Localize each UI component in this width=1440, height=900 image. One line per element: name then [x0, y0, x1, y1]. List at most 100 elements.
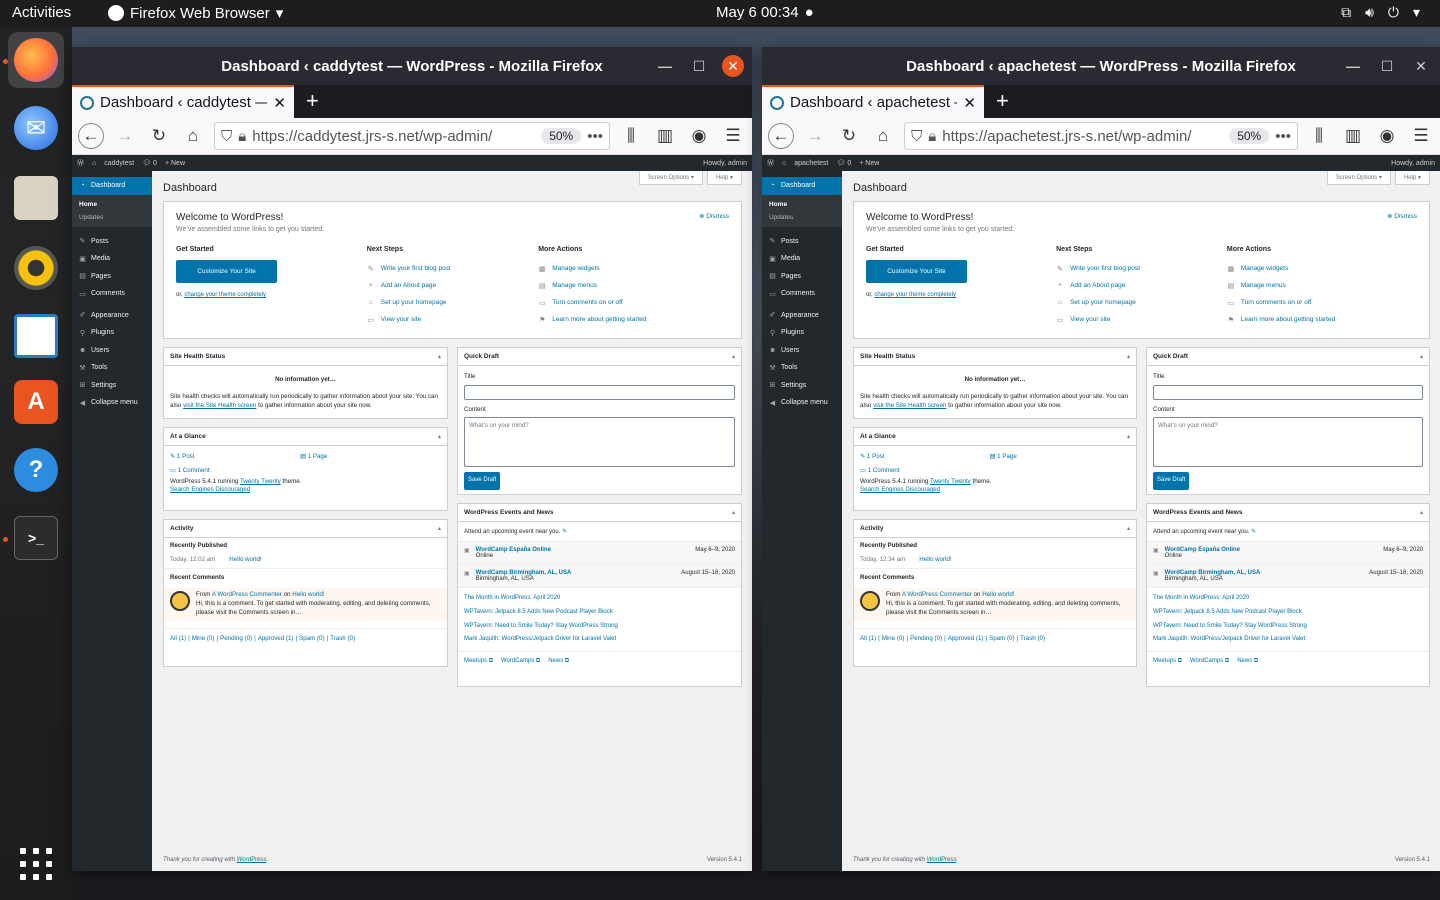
- clock[interactable]: May 6 00:34 ●: [716, 4, 814, 21]
- menu-media[interactable]: ▣ Media: [762, 250, 842, 268]
- back-icon[interactable]: ←: [768, 123, 794, 149]
- sidebar-icon[interactable]: ▥: [652, 123, 678, 149]
- screen-options-button[interactable]: Screen Options ▾: [1326, 171, 1391, 185]
- menu-plugins[interactable]: ⚲ Plugins: [762, 324, 842, 342]
- theme-link[interactable]: Twenty Twenty: [930, 478, 971, 485]
- filter-pending[interactable]: Pending (0): [910, 634, 942, 644]
- toggle-arrow-icon[interactable]: ▴: [438, 353, 441, 360]
- site-health-header[interactable]: Site Health Status ▴: [164, 348, 447, 366]
- glance-comments[interactable]: ▭ 1 Comment: [170, 466, 441, 476]
- wordcamps-link[interactable]: WordCamps ⧉: [1190, 658, 1229, 665]
- news-link[interactable]: News ⧉: [548, 658, 569, 665]
- quick-draft-header[interactable]: Quick Draft ▴: [1147, 348, 1429, 366]
- events-news-header[interactable]: WordPress Events and News ▴: [1147, 504, 1429, 522]
- library-icon[interactable]: ⫼: [1306, 123, 1332, 149]
- menu-comments[interactable]: ▭ Comments: [762, 285, 842, 303]
- theme-link[interactable]: Twenty Twenty: [240, 478, 281, 485]
- sidebar-icon[interactable]: ▥: [1340, 123, 1366, 149]
- menu-collapse[interactable]: ◀ Collapse menu: [762, 394, 842, 412]
- menu-posts[interactable]: ✎ Posts: [72, 233, 152, 251]
- menu-tools[interactable]: ⚒ Tools: [762, 359, 842, 377]
- page-actions-icon[interactable]: •••: [1275, 128, 1291, 145]
- forward-icon[interactable]: →: [112, 123, 138, 149]
- toggle-arrow-icon[interactable]: ▴: [1420, 353, 1423, 360]
- window-titlebar[interactable]: Dashboard ‹ apachetest — WordPress - Moz…: [762, 47, 1440, 85]
- news-item[interactable]: The Month in WordPress: April 2020: [1153, 592, 1423, 606]
- filter-all[interactable]: All (1): [170, 634, 186, 644]
- menu-pages[interactable]: ▤ Pages: [762, 268, 842, 286]
- footer-wordpress-link[interactable]: WordPress: [237, 857, 267, 863]
- filter-all[interactable]: All (1): [860, 634, 876, 644]
- menu-settings[interactable]: ⊞ Settings: [762, 377, 842, 395]
- filter-approved[interactable]: Approved (1): [258, 634, 294, 644]
- menu-appearance[interactable]: ✐ Appearance: [72, 307, 152, 325]
- news-item[interactable]: WPTavern: Need to Smile Today? Stay Word…: [464, 620, 735, 634]
- toggle-arrow-icon[interactable]: ▴: [1127, 433, 1130, 440]
- comments-icon[interactable]: 💬︎ 0: [836, 159, 851, 167]
- footer-wordpress-link[interactable]: WordPress: [927, 857, 957, 863]
- howdy-user[interactable]: Howdy, admin: [703, 160, 747, 167]
- submenu-home[interactable]: Home: [762, 198, 842, 211]
- app-menu[interactable]: Firefox Web Browser ▾: [108, 4, 283, 22]
- quick-draft-header[interactable]: Quick Draft ▴: [458, 348, 741, 366]
- filter-spam[interactable]: Spam (0): [299, 634, 324, 644]
- toggle-arrow-icon[interactable]: ▴: [438, 433, 441, 440]
- glance-posts[interactable]: ✎ 1 Post: [860, 452, 990, 462]
- step-view-site[interactable]: ▭ View your site: [1056, 311, 1227, 328]
- dock-help[interactable]: ?: [8, 442, 64, 498]
- submenu-updates[interactable]: Updates: [762, 211, 842, 224]
- window-titlebar[interactable]: Dashboard ‹ caddytest — WordPress - Mozi…: [72, 47, 752, 85]
- zoom-level[interactable]: 50%: [541, 128, 582, 144]
- close-icon[interactable]: ✕: [1410, 55, 1432, 77]
- close-icon[interactable]: ✕: [722, 55, 744, 77]
- step-homepage[interactable]: ⌂ Set up your homepage: [367, 294, 538, 311]
- menu-dashboard[interactable]: ◔ Dashboard: [762, 177, 842, 195]
- dock-software[interactable]: A: [8, 374, 64, 430]
- toggle-arrow-icon[interactable]: ▴: [438, 525, 441, 532]
- maximize-icon[interactable]: ☐: [688, 55, 710, 77]
- site-name[interactable]: apachetest: [794, 160, 828, 167]
- commenter-link[interactable]: A WordPress Commenter: [902, 591, 972, 598]
- menu-comments[interactable]: ▭ Comments: [72, 285, 152, 303]
- reload-icon[interactable]: ↻: [836, 123, 862, 149]
- help-button[interactable]: Help ▾: [1394, 171, 1430, 185]
- dock-rhythmbox[interactable]: [8, 240, 64, 296]
- published-post-link[interactable]: Hello world!: [919, 555, 951, 565]
- edit-location-icon[interactable]: ✎: [562, 529, 567, 535]
- step-about-page[interactable]: + Add an About page: [1056, 277, 1227, 294]
- news-item[interactable]: Mark Jaquith: WordPress/Jetpack Driver f…: [1153, 633, 1423, 647]
- published-post-link[interactable]: Hello world!: [229, 555, 261, 565]
- draft-content-textarea[interactable]: What’s on your mind?: [464, 417, 735, 468]
- url-bar[interactable]: ⛉ 🔒︎ https://apachetest.jrs-s.net/wp-adm…: [904, 122, 1298, 150]
- glance-posts[interactable]: ✎ 1 Post: [170, 452, 300, 462]
- meetups-link[interactable]: Meetups ⧉: [464, 658, 493, 665]
- menu-collapse[interactable]: ◀ Collapse menu: [72, 394, 152, 412]
- new-tab-button[interactable]: +: [294, 85, 331, 118]
- menu-pages[interactable]: ▤ Pages: [72, 268, 152, 286]
- menu-users[interactable]: ☻ Users: [72, 342, 152, 360]
- save-draft-button[interactable]: Save Draft: [464, 472, 501, 490]
- filter-mine[interactable]: Mine (0): [882, 634, 905, 644]
- toggle-arrow-icon[interactable]: ▴: [1127, 525, 1130, 532]
- news-link[interactable]: News ⧉: [1237, 658, 1258, 665]
- library-icon[interactable]: ⫼: [618, 123, 644, 149]
- action-learn[interactable]: ⚑ Learn more about getting started: [538, 311, 729, 328]
- news-item[interactable]: The Month in WordPress: April 2020: [464, 592, 735, 606]
- news-item[interactable]: Mark Jaquith: WordPress/Jetpack Driver f…: [464, 633, 735, 647]
- news-item[interactable]: WPTavern: Jetpack 8.5 Adds New Podcast P…: [1153, 606, 1423, 620]
- action-widgets[interactable]: ▦ Manage widgets: [538, 260, 729, 277]
- menu-dashboard[interactable]: ◔ Dashboard: [72, 177, 152, 195]
- at-a-glance-header[interactable]: At a Glance ▴: [164, 428, 447, 446]
- minimize-icon[interactable]: —: [1342, 55, 1364, 77]
- hamburger-menu-icon[interactable]: ☰: [720, 123, 746, 149]
- menu-users[interactable]: ☻ Users: [762, 342, 842, 360]
- home-icon[interactable]: ⌂: [870, 123, 896, 149]
- activity-header[interactable]: Activity ▴: [854, 520, 1136, 538]
- action-comments[interactable]: ▭ Turn comments on or off: [1227, 294, 1417, 311]
- show-applications-icon[interactable]: [20, 848, 52, 880]
- browser-tab[interactable]: Dashboard ‹ caddytest — WordPress ✕: [72, 85, 294, 118]
- filter-trash[interactable]: Trash (0): [1020, 634, 1045, 644]
- system-tray[interactable]: ⧉ 🔊︎ ⏻ ▾: [1341, 4, 1420, 21]
- filter-pending[interactable]: Pending (0): [220, 634, 252, 644]
- glance-comments[interactable]: ▭ 1 Comment: [860, 466, 1130, 476]
